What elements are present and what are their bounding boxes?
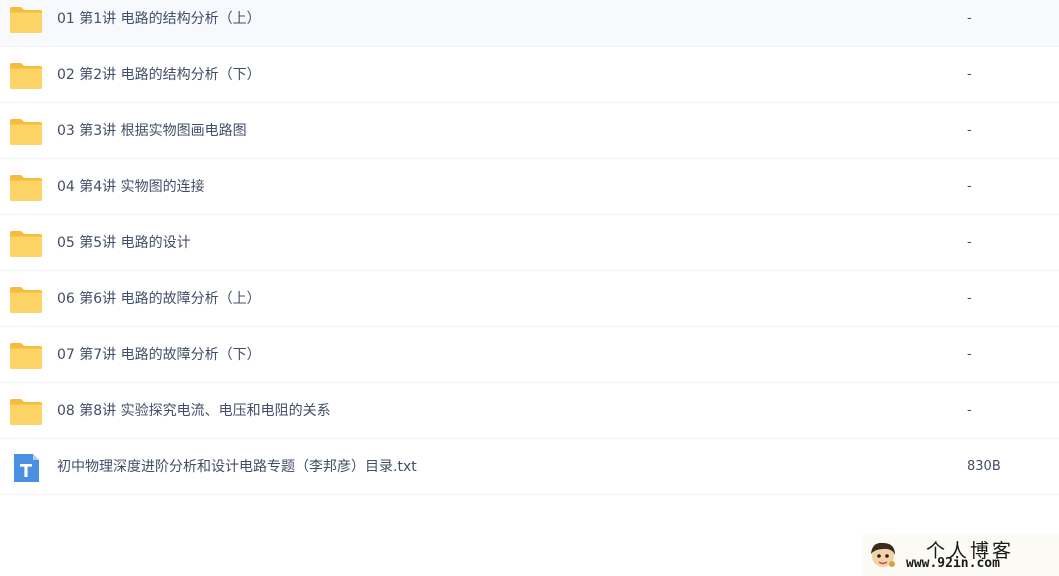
folder-icon [9, 173, 43, 203]
folder-icon [9, 341, 43, 371]
file-size: - [967, 67, 972, 82]
file-row-folder-04[interactable]: 04 第4讲 实物图的连接 - [0, 159, 1059, 215]
cartoon-avatar-icon [868, 540, 898, 570]
file-row-folder-01[interactable]: 01 第1讲 电路的结构分析（上） - [0, 0, 1059, 47]
file-size: - [967, 291, 972, 306]
folder-icon [9, 117, 43, 147]
blog-watermark: 个人博客 www.92in.com [862, 534, 1059, 576]
text-file-icon [9, 453, 43, 483]
file-name[interactable]: 01 第1讲 电路的结构分析（上） [57, 0, 261, 47]
file-row-folder-05[interactable]: 05 第5讲 电路的设计 - [0, 215, 1059, 271]
file-row-folder-07[interactable]: 07 第7讲 电路的故障分析（下） - [0, 327, 1059, 383]
file-row-folder-06[interactable]: 06 第6讲 电路的故障分析（上） - [0, 271, 1059, 327]
file-size: - [967, 11, 972, 26]
folder-icon [9, 397, 43, 427]
watermark-url: www.92in.com [906, 556, 1000, 571]
folder-icon [9, 5, 43, 35]
file-name[interactable]: 04 第4讲 实物图的连接 [57, 159, 205, 215]
file-size: 830B [967, 459, 1001, 474]
file-name[interactable]: 03 第3讲 根据实物图画电路图 [57, 103, 247, 159]
file-list: 01 第1讲 电路的结构分析（上） - 02 第2讲 电路的结构分析（下） - … [0, 0, 1059, 495]
file-size: - [967, 347, 972, 362]
file-size: - [967, 179, 972, 194]
file-name[interactable]: 08 第8讲 实验探究电流、电压和电阻的关系 [57, 383, 331, 439]
file-size: - [967, 403, 972, 418]
file-name[interactable]: 初中物理深度进阶分析和设计电路专题（李邦彦）目录.txt [57, 439, 417, 495]
file-row-folder-08[interactable]: 08 第8讲 实验探究电流、电压和电阻的关系 - [0, 383, 1059, 439]
file-name[interactable]: 02 第2讲 电路的结构分析（下） [57, 47, 261, 103]
file-size: - [967, 123, 972, 138]
folder-icon [9, 285, 43, 315]
file-name[interactable]: 07 第7讲 电路的故障分析（下） [57, 327, 261, 383]
file-size: - [967, 235, 972, 250]
folder-icon [9, 229, 43, 259]
file-name[interactable]: 06 第6讲 电路的故障分析（上） [57, 271, 261, 327]
file-name[interactable]: 05 第5讲 电路的设计 [57, 215, 191, 271]
file-row-text-file[interactable]: 初中物理深度进阶分析和设计电路专题（李邦彦）目录.txt 830B [0, 439, 1059, 495]
folder-icon [9, 61, 43, 91]
file-row-folder-02[interactable]: 02 第2讲 电路的结构分析（下） - [0, 47, 1059, 103]
file-row-folder-03[interactable]: 03 第3讲 根据实物图画电路图 - [0, 103, 1059, 159]
